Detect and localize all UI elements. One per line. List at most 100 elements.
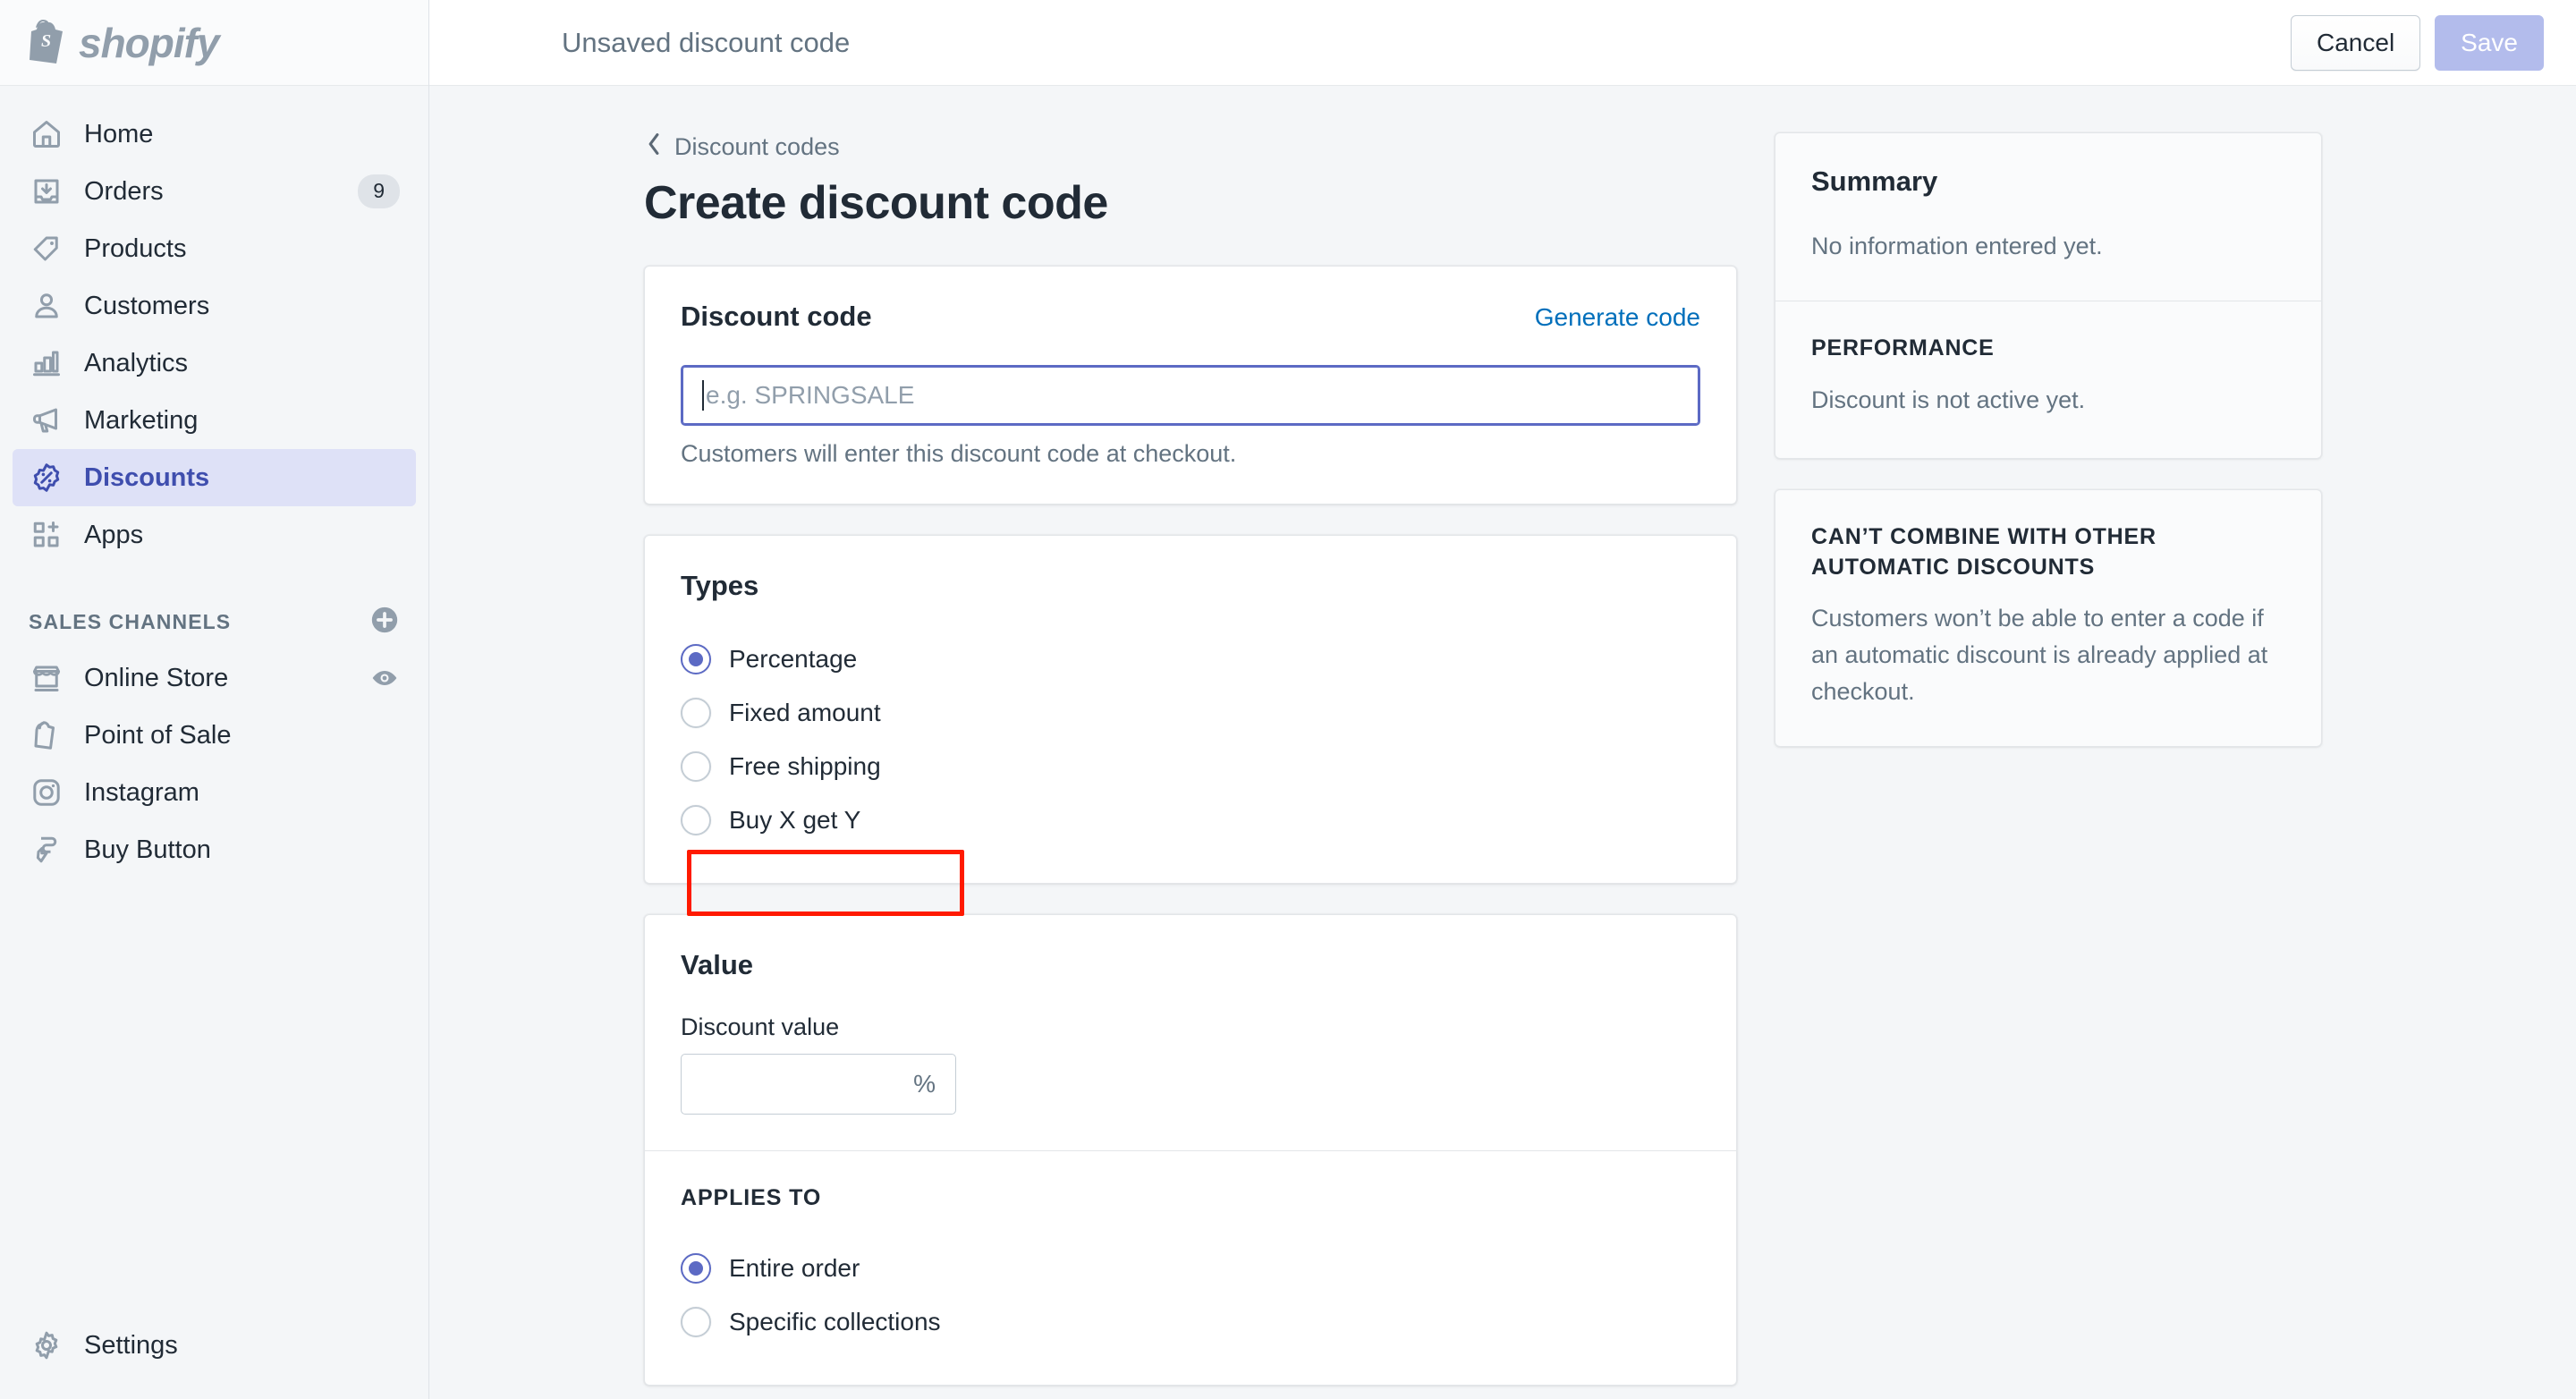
plus-circle-icon[interactable] — [369, 605, 400, 640]
customers-person-icon — [29, 288, 64, 324]
type-option-buy-x-get-y[interactable]: Buy X get Y — [681, 793, 1700, 847]
sidebar-item-label: Marketing — [84, 405, 199, 435]
performance-section: PERFORMANCE Discount is not active yet. — [1775, 301, 2321, 458]
type-option-free-shipping[interactable]: Free shipping — [681, 740, 1700, 793]
value-title: Value — [681, 949, 753, 980]
svg-text:S: S — [41, 31, 51, 51]
instagram-icon — [29, 775, 64, 810]
sidebar: S shopify Home Orders 9 Products Custome… — [0, 0, 429, 1399]
home-icon — [29, 116, 64, 152]
sidebar-item-label: Buy Button — [84, 835, 211, 864]
type-option-fixed-amount[interactable]: Fixed amount — [681, 686, 1700, 740]
types-title: Types — [681, 570, 759, 601]
types-card-body: Types Percentage Fixed amount Free shipp… — [645, 536, 1736, 883]
sidebar-item-buy-button[interactable]: Buy Button — [13, 821, 416, 878]
sidebar-item-settings[interactable]: Settings — [13, 1317, 416, 1374]
sidebar-item-label: Settings — [84, 1330, 178, 1360]
marketing-megaphone-icon — [29, 403, 64, 438]
apps-grid-plus-icon — [29, 517, 64, 553]
discount-code-input[interactable]: e.g. SPRINGSALE — [681, 365, 1700, 426]
sidebar-item-point-of-sale[interactable]: Point of Sale — [13, 707, 416, 764]
sidebar-item-label: Home — [84, 119, 154, 148]
sidebar-item-products[interactable]: Products — [13, 220, 416, 277]
primary-nav: Home Orders 9 Products Customers Analyti… — [0, 86, 428, 878]
main-column: Unsaved discount code Cancel Save Discou… — [429, 0, 2576, 1399]
sidebar-item-instagram[interactable]: Instagram — [13, 764, 416, 821]
discount-value-input[interactable]: % — [681, 1054, 956, 1115]
types-card: Types Percentage Fixed amount Free shipp… — [644, 535, 1737, 884]
shopify-logo[interactable]: S shopify — [29, 17, 220, 68]
save-button[interactable]: Save — [2435, 14, 2544, 71]
sidebar-item-marketing[interactable]: Marketing — [13, 392, 416, 449]
secondary-column: Summary No information entered yet. PERF… — [1775, 132, 2322, 1399]
sidebar-item-label: Point of Sale — [84, 720, 232, 750]
discount-code-card: Discount code Generate code e.g. SPRINGS… — [644, 266, 1737, 504]
discount-code-card-header: Discount code Generate code — [681, 301, 1700, 333]
generate-code-link[interactable]: Generate code — [1535, 303, 1700, 332]
orders-count-badge: 9 — [358, 174, 400, 208]
percent-suffix: % — [913, 1070, 936, 1098]
sidebar-item-label: Instagram — [84, 777, 199, 807]
sidebar-item-label: Customers — [84, 291, 210, 320]
sidebar-item-home[interactable]: Home — [13, 106, 416, 163]
sidebar-item-orders[interactable]: Orders 9 — [13, 163, 416, 220]
discount-code-help: Customers will enter this discount code … — [681, 440, 1237, 467]
sidebar-item-discounts[interactable]: Discounts — [13, 449, 416, 506]
discount-value-label: Discount value — [681, 1013, 840, 1040]
type-option-label: Percentage — [729, 645, 858, 673]
applies-to-section: APPLIES TO Entire order Specific collect… — [645, 1150, 1736, 1385]
summary-empty-text: No information entered yet. — [1811, 233, 2103, 259]
type-option-percentage[interactable]: Percentage — [681, 632, 1700, 686]
sidebar-item-analytics[interactable]: Analytics — [13, 335, 416, 392]
page-title: Create discount code — [644, 177, 1108, 229]
discounts-percent-badge-icon — [29, 460, 64, 496]
applies-to-option-label: Entire order — [729, 1254, 860, 1282]
sidebar-item-label: Products — [84, 233, 187, 263]
sidebar-item-label: Analytics — [84, 348, 189, 377]
applies-to-label: APPLIES TO — [681, 1185, 822, 1210]
radio-indicator — [681, 805, 711, 835]
sidebar-item-customers[interactable]: Customers — [13, 277, 416, 335]
sidebar-item-label: Orders — [84, 176, 164, 206]
combine-card: CAN’T COMBINE WITH OTHER AUTOMATIC DISCO… — [1775, 488, 2322, 748]
sidebar-item-label: Discounts — [84, 462, 210, 492]
summary-card-body: Summary No information entered yet. — [1775, 133, 2321, 301]
sidebar-item-label: Apps — [84, 520, 144, 549]
analytics-bars-icon — [29, 345, 64, 381]
orders-icon — [29, 174, 64, 209]
performance-label: PERFORMANCE — [1811, 335, 1995, 361]
summary-card: Summary No information entered yet. PERF… — [1775, 132, 2322, 459]
eye-icon[interactable] — [369, 663, 400, 693]
applies-to-option-label: Specific collections — [729, 1308, 941, 1335]
type-option-label: Buy X get Y — [729, 806, 861, 834]
summary-title: Summary — [1811, 165, 1938, 197]
page-content: Discount codes Create discount code Disc… — [429, 86, 2576, 1399]
combine-title: CAN’T COMBINE WITH OTHER AUTOMATIC DISCO… — [1811, 523, 2157, 580]
discount-code-placeholder: e.g. SPRINGSALE — [706, 381, 915, 409]
sidebar-item-label: Online Store — [84, 663, 229, 692]
gear-icon — [29, 1327, 64, 1363]
sidebar-item-apps[interactable]: Apps — [13, 506, 416, 564]
breadcrumb[interactable]: Discount codes — [644, 132, 1737, 162]
type-option-label: Fixed amount — [729, 699, 881, 726]
applies-to-option-specific-collections[interactable]: Specific collections — [681, 1295, 1700, 1349]
discount-code-card-body: Discount code Generate code e.g. SPRINGS… — [645, 267, 1736, 504]
topbar-actions: Cancel Save — [2291, 14, 2544, 71]
point-of-sale-bag-icon — [29, 717, 64, 753]
sales-channels-header: SALES CHANNELS — [29, 601, 400, 642]
chevron-left-icon — [644, 132, 664, 162]
performance-text: Discount is not active yet. — [1811, 386, 2086, 413]
radio-indicator — [681, 698, 711, 728]
discount-code-title: Discount code — [681, 301, 872, 332]
applies-to-option-entire-order[interactable]: Entire order — [681, 1242, 1700, 1295]
cancel-button[interactable]: Cancel — [2291, 14, 2421, 71]
buy-button-icon — [29, 832, 64, 868]
sidebar-item-online-store[interactable]: Online Store — [13, 649, 416, 707]
value-card: Value Discount value % APPLIES TO Entire… — [644, 914, 1737, 1386]
online-store-icon — [29, 660, 64, 696]
breadcrumb-label: Discount codes — [674, 133, 840, 160]
combine-card-body: CAN’T COMBINE WITH OTHER AUTOMATIC DISCO… — [1775, 490, 2321, 747]
value-card-body: Value Discount value % — [645, 915, 1736, 1150]
radio-indicator — [681, 644, 711, 674]
